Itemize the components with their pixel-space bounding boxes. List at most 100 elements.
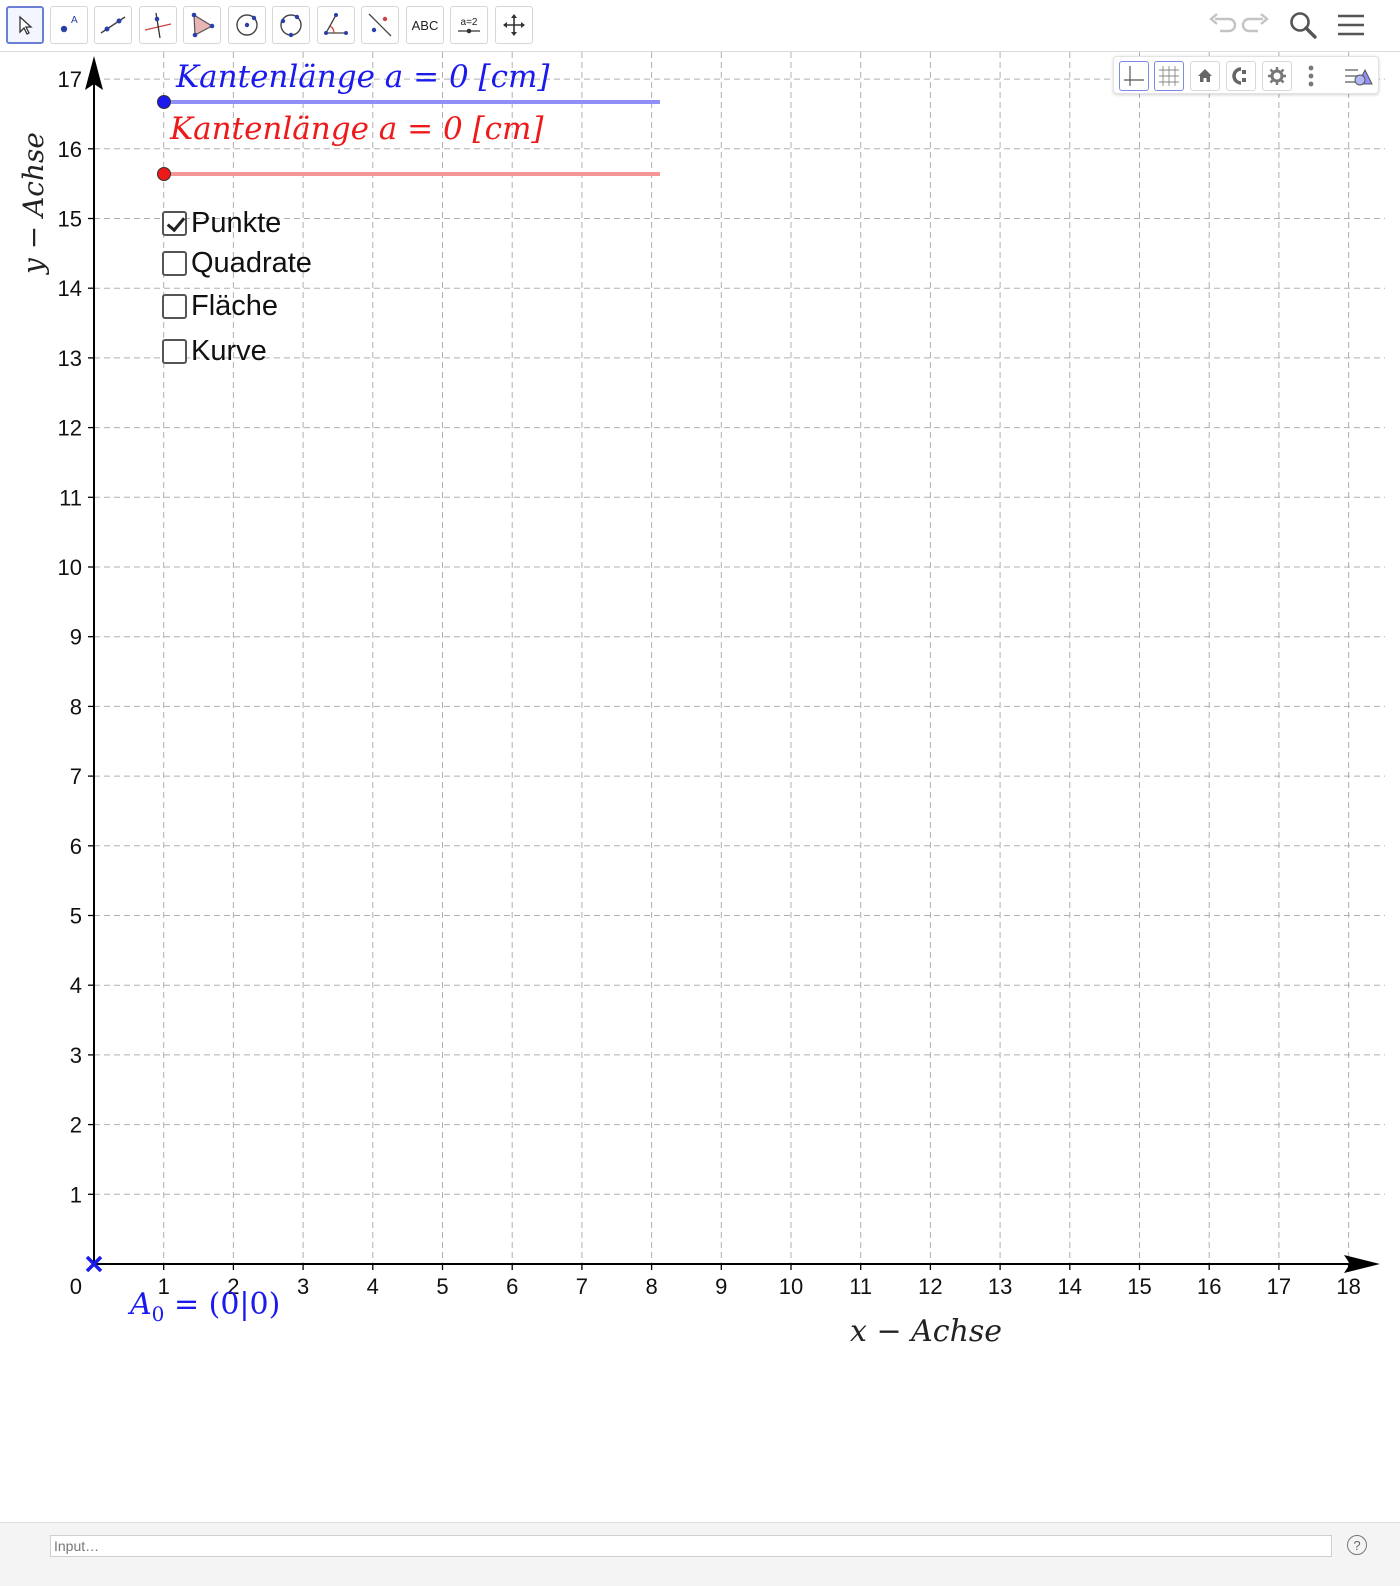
y-tick-label: 17 (58, 67, 82, 92)
y-tick-label: 3 (70, 1043, 82, 1068)
toolbar: A ABC a=2 (0, 0, 1400, 52)
axes-toggle-button[interactable] (1119, 61, 1149, 91)
style-bar-toggle-icon[interactable] (1342, 62, 1376, 90)
move-tool[interactable] (6, 6, 44, 44)
x-axis-label: x − Achse (850, 1314, 1003, 1349)
slider-label-blue: Kantenlänge a = 0 [cm] (176, 59, 550, 95)
x-tick-label: 7 (576, 1274, 588, 1299)
line-tool[interactable] (94, 6, 132, 44)
y-axis-label: y − Achse (17, 132, 50, 274)
checkbox-box[interactable] (162, 339, 187, 364)
checkbox-label: Fläche (191, 290, 279, 322)
settings-button[interactable] (1262, 61, 1292, 91)
grid (94, 52, 1385, 1264)
search-icon[interactable] (1286, 8, 1320, 42)
redo-icon[interactable] (1240, 8, 1274, 42)
point-capturing-button[interactable] (1226, 61, 1256, 91)
checkbox-kurve[interactable]: Kurve (162, 335, 267, 368)
y-tick-label: 11 (59, 485, 82, 510)
angle-tool[interactable] (317, 6, 355, 44)
x-tick-label: 4 (367, 1274, 379, 1299)
checkbox-quadrate[interactable]: Quadrate (162, 247, 312, 280)
home-icon (1198, 69, 1212, 82)
checkbox-label: Kurve (191, 335, 267, 367)
checkbox-box[interactable] (162, 251, 187, 276)
polygon-tool[interactable] (183, 6, 221, 44)
menu-icon[interactable] (1334, 8, 1368, 42)
point-coords: = (0|0) (164, 1287, 281, 1322)
y-tick-label: 13 (58, 346, 82, 371)
x-tick-label: 3 (297, 1274, 309, 1299)
x-tick-label: 11 (849, 1274, 872, 1299)
arrow-pointer-icon (19, 15, 33, 35)
text-tool[interactable]: ABC (406, 6, 444, 44)
perpendicular-line-icon (144, 12, 172, 39)
point-name: A (130, 1287, 152, 1322)
angle-icon (324, 13, 348, 35)
x-tick-label: 9 (715, 1274, 727, 1299)
reflect-tool[interactable] (361, 6, 399, 44)
point-tool[interactable]: A (50, 6, 88, 44)
y-tick-label: 9 (70, 625, 82, 650)
input-field[interactable] (50, 1535, 1332, 1557)
x-tick-label: 8 (645, 1274, 657, 1299)
y-tick-label: 4 (70, 973, 82, 998)
slider-label-red: Kantenlänge a = 0 [cm] (170, 111, 544, 147)
x-tick-label: 16 (1197, 1274, 1221, 1299)
checkbox-box[interactable] (162, 211, 187, 236)
point-capturing-icon (1232, 67, 1246, 85)
polygon-icon (191, 12, 215, 38)
y-tick-label: 1 (70, 1182, 82, 1207)
checkbox-label: Punkte (191, 207, 282, 239)
slider-handle[interactable] (157, 95, 171, 109)
checkbox-flaeche[interactable]: Fläche (162, 290, 278, 323)
graphics-style-bar (1113, 56, 1379, 94)
x-tick-label: 18 (1336, 1274, 1360, 1299)
axes-toggle-icon (1124, 66, 1144, 86)
perpendicular-tool[interactable] (139, 6, 177, 44)
text-tool-label: ABC (411, 17, 439, 33)
undo-icon[interactable] (1204, 8, 1238, 42)
origin-label: 0 (70, 1274, 82, 1299)
checkbox-box[interactable] (162, 294, 187, 319)
y-tick-label: 5 (70, 904, 82, 929)
help-button[interactable]: ? (1347, 1535, 1367, 1555)
y-tick-label: 8 (70, 694, 82, 719)
x-tick-label: 17 (1267, 1274, 1291, 1299)
home-button[interactable] (1190, 61, 1220, 91)
gear-icon (1268, 67, 1286, 85)
slider-tool[interactable]: a=2 (450, 6, 488, 44)
grid-toggle-button[interactable] (1154, 61, 1184, 91)
y-tick-label: 16 (58, 137, 82, 162)
y-tick-label: 6 (70, 834, 82, 859)
y-tick-label: 14 (58, 276, 82, 301)
slider-handle[interactable] (157, 167, 171, 181)
x-tick-label: 5 (436, 1274, 448, 1299)
circle-center-tool[interactable] (228, 6, 266, 44)
more-vertical-icon[interactable] (1304, 63, 1318, 89)
y-tick-label: 10 (58, 555, 82, 580)
y-tick-label: 7 (70, 764, 82, 789)
y-tick-label: 2 (70, 1113, 82, 1138)
circle-three-points-icon (280, 14, 302, 38)
line-icon (100, 16, 126, 34)
circle-three-points-tool[interactable] (272, 6, 310, 44)
graphics-view[interactable]: 1 2 3 4 5 6 7 8 9 10 11 12 13 14 15 16 17 18 1 2 3 4 5 6 7 8 9 10 11… (0, 52, 1400, 1522)
x-tick-label: 15 (1127, 1274, 1151, 1299)
move-graphics-icon (503, 14, 525, 36)
slider-icon (458, 28, 480, 33)
x-tick-label: 6 (506, 1274, 518, 1299)
y-tick-label: 12 (58, 416, 82, 441)
y-tick-label: 15 (58, 207, 82, 232)
checkbox-punkte[interactable]: Punkte (162, 207, 281, 240)
input-bar: ? (0, 1522, 1400, 1586)
move-graphics-tool[interactable] (495, 6, 533, 44)
reflect-icon (368, 13, 392, 37)
x-tick-label: 10 (779, 1274, 803, 1299)
grid-toggle-icon (1159, 66, 1179, 86)
circle-center-icon (236, 14, 258, 36)
x-tick-label: 13 (988, 1274, 1012, 1299)
x-tick-label: 12 (918, 1274, 942, 1299)
point-icon: A (60, 15, 78, 33)
x-tick-label: 14 (1058, 1274, 1082, 1299)
